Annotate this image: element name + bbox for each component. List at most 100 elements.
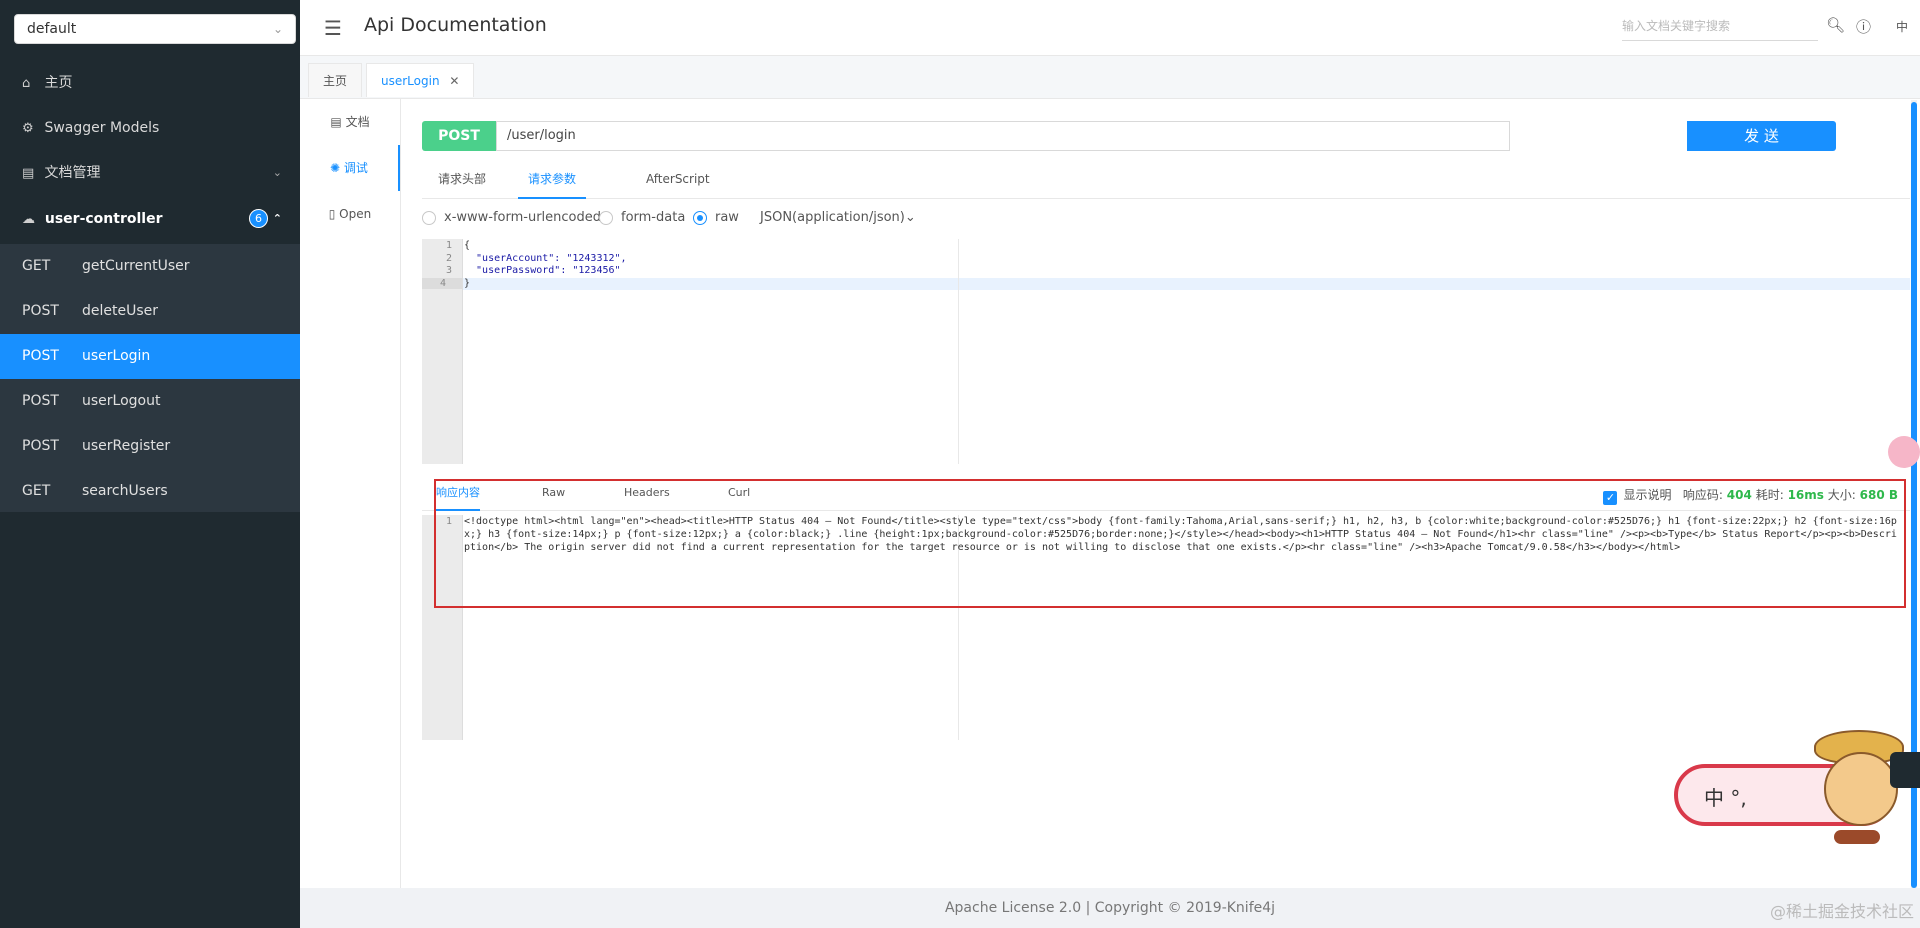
nav-open-label: Open bbox=[339, 207, 372, 221]
menu-fold-icon[interactable]: ☰ bbox=[324, 16, 342, 40]
nav-open[interactable]: ▯ Open bbox=[300, 191, 400, 237]
show-desc-label: 显示说明 bbox=[1623, 488, 1672, 502]
status-label: 响应码: bbox=[1682, 488, 1723, 502]
menu-swagger-models-label: Swagger Models bbox=[44, 120, 160, 136]
method-tag: POST bbox=[422, 121, 496, 151]
footer: Apache License 2.0 | Copyright © 2019-Kn… bbox=[300, 888, 1920, 928]
time-label: 耗时: bbox=[1755, 488, 1784, 502]
api-item-getcurrentuser[interactable]: GET getCurrentUser bbox=[0, 244, 300, 289]
api-method: POST bbox=[22, 438, 59, 454]
search-icon[interactable]: 🔍︎ bbox=[1826, 16, 1845, 34]
header: ☰ Api Documentation 输入文档关键字搜索 🔍︎ ⓘ 中 bbox=[300, 0, 1920, 56]
chevron-down-icon: ⌄ bbox=[272, 166, 282, 179]
response-body-editor[interactable]: 1 <!doctype html><html lang="en"><head><… bbox=[422, 515, 1910, 740]
menu-doc-management-label: 文档管理 bbox=[44, 165, 101, 181]
content-type-select[interactable]: JSON(application/json)⌄ bbox=[760, 208, 916, 228]
controller-label: user-controller bbox=[44, 211, 163, 227]
tab-userlogin[interactable]: userLogin ✕ bbox=[366, 63, 475, 97]
tab-headers[interactable]: Headers bbox=[624, 478, 670, 509]
response-body-text: <!doctype html><html lang="en"><head><ti… bbox=[464, 516, 1897, 553]
send-button[interactable]: 发 送 bbox=[1687, 121, 1836, 151]
tab-home-label: 主页 bbox=[323, 74, 348, 88]
group-select[interactable]: default ⌄ bbox=[14, 14, 296, 44]
nav-doc[interactable]: ▤ 文档 bbox=[300, 99, 400, 145]
nav-debug[interactable]: ✺ 调试 bbox=[300, 145, 400, 191]
api-name: userLogout bbox=[82, 393, 161, 409]
doc-debug-nav: ▤ 文档 ✺ 调试 ▯ Open bbox=[300, 99, 401, 889]
meat-bone-icon bbox=[1834, 830, 1880, 844]
floating-bubble[interactable] bbox=[1888, 436, 1920, 468]
search-placeholder: 输入文档关键字搜索 bbox=[1622, 19, 1731, 33]
url-input[interactable]: /user/login bbox=[496, 121, 1510, 151]
cloud-icon: ☁ bbox=[22, 212, 35, 227]
line-number: 3 bbox=[445, 265, 452, 276]
radio-raw-label: raw bbox=[715, 210, 739, 225]
radio-urlencoded[interactable] bbox=[422, 211, 436, 225]
api-item-userlogout[interactable]: POST userLogout bbox=[0, 379, 300, 424]
chevron-up-icon: ⌃ bbox=[272, 212, 282, 225]
request-subtabs: 请求头部 请求参数 AfterScript bbox=[422, 164, 1910, 199]
code-line: { bbox=[464, 240, 471, 251]
nav-doc-label: 文档 bbox=[345, 115, 370, 129]
api-item-deleteuser[interactable]: POST deleteUser bbox=[0, 289, 300, 334]
mascot-text: 中 °, bbox=[1704, 786, 1747, 810]
api-method: POST bbox=[22, 303, 59, 319]
editor-gutter: 1 bbox=[422, 515, 463, 740]
tab-curl[interactable]: Curl bbox=[728, 478, 750, 509]
mascot-widget[interactable]: 中 °, bbox=[1674, 730, 1904, 862]
side-tab[interactable] bbox=[1890, 752, 1920, 788]
menu-swagger-models[interactable]: ⚙ Swagger Models bbox=[0, 106, 300, 150]
api-name: getCurrentUser bbox=[82, 258, 190, 274]
nav-debug-label: 调试 bbox=[343, 161, 368, 175]
radio-urlencoded-label: x-www-form-urlencoded bbox=[444, 210, 602, 225]
api-item-searchusers[interactable]: GET searchUsers bbox=[0, 469, 300, 514]
line-number: 2 bbox=[445, 253, 452, 264]
api-method: GET bbox=[22, 258, 51, 274]
tab-afterscript[interactable]: AfterScript bbox=[646, 164, 710, 197]
menu-doc-management[interactable]: ▤ 文档管理 ⌄ bbox=[0, 151, 300, 195]
footer-text: Apache License 2.0 | Copyright © 2019-Kn… bbox=[944, 900, 1276, 916]
tab-home[interactable]: 主页 bbox=[308, 63, 363, 97]
current-line-highlight bbox=[462, 278, 1910, 290]
radio-raw[interactable] bbox=[693, 211, 707, 225]
api-method: POST bbox=[22, 348, 59, 364]
group-select-value: default bbox=[27, 21, 77, 37]
checkbox-checked-icon[interactable]: ✓ bbox=[1603, 491, 1618, 505]
tab-request-headers[interactable]: 请求头部 bbox=[438, 164, 486, 197]
status-code: 404 bbox=[1726, 488, 1752, 502]
api-item-userregister[interactable]: POST userRegister bbox=[0, 424, 300, 469]
menu-home[interactable]: ⌂ 主页 bbox=[0, 61, 300, 105]
sidebar: default ⌄ ⌂ 主页 ⚙ Swagger Models ▤ 文档管理 ⌄… bbox=[0, 0, 300, 928]
response-tabs: 响应内容 Raw Headers Curl ✓ 显示说明 响应码: 404 耗时:… bbox=[422, 478, 1910, 511]
api-name: deleteUser bbox=[82, 303, 159, 319]
app-title: Api Documentation bbox=[364, 14, 547, 36]
close-icon[interactable]: ✕ bbox=[449, 74, 459, 88]
tab-userlogin-label: userLogin bbox=[381, 74, 440, 88]
chevron-down-icon: ⌄ bbox=[904, 210, 916, 225]
response-time: 16ms bbox=[1787, 488, 1824, 502]
line-number: 4 bbox=[422, 278, 462, 289]
line-number: 1 bbox=[445, 516, 452, 527]
api-method: POST bbox=[22, 393, 59, 409]
request-url-bar: POST /user/login 发 送 bbox=[422, 121, 1836, 151]
help-icon[interactable]: ⓘ bbox=[1856, 16, 1871, 37]
menu-user-controller[interactable]: ☁ user-controller 6 ⌃ bbox=[0, 197, 300, 241]
radio-form-data-label: form-data bbox=[621, 210, 686, 225]
file-icon: ▯ bbox=[328, 207, 340, 221]
home-icon: ⌂ bbox=[22, 76, 31, 91]
tab-request-params[interactable]: 请求参数 bbox=[518, 164, 587, 199]
request-body-editor[interactable]: 1 2 3 4 { "userAccount": "1243312", "use… bbox=[422, 239, 1910, 464]
api-item-userlogin[interactable]: POST userLogin bbox=[0, 334, 300, 379]
api-list: GET getCurrentUser POST deleteUser POST … bbox=[0, 244, 300, 512]
language-switch[interactable]: 中 bbox=[1896, 18, 1908, 35]
tab-response-content[interactable]: 响应内容 bbox=[436, 478, 480, 511]
tab-raw[interactable]: Raw bbox=[542, 478, 565, 509]
code-line: } bbox=[464, 278, 471, 289]
size-label: 大小: bbox=[1827, 488, 1856, 502]
response-size: 680 B bbox=[1859, 488, 1898, 502]
radio-form-data[interactable] bbox=[599, 211, 613, 225]
bug-icon: ✺ bbox=[330, 161, 344, 175]
line-number: 1 bbox=[445, 240, 452, 251]
api-count-badge: 6 bbox=[249, 209, 268, 228]
search-input[interactable]: 输入文档关键字搜索 bbox=[1622, 12, 1818, 41]
